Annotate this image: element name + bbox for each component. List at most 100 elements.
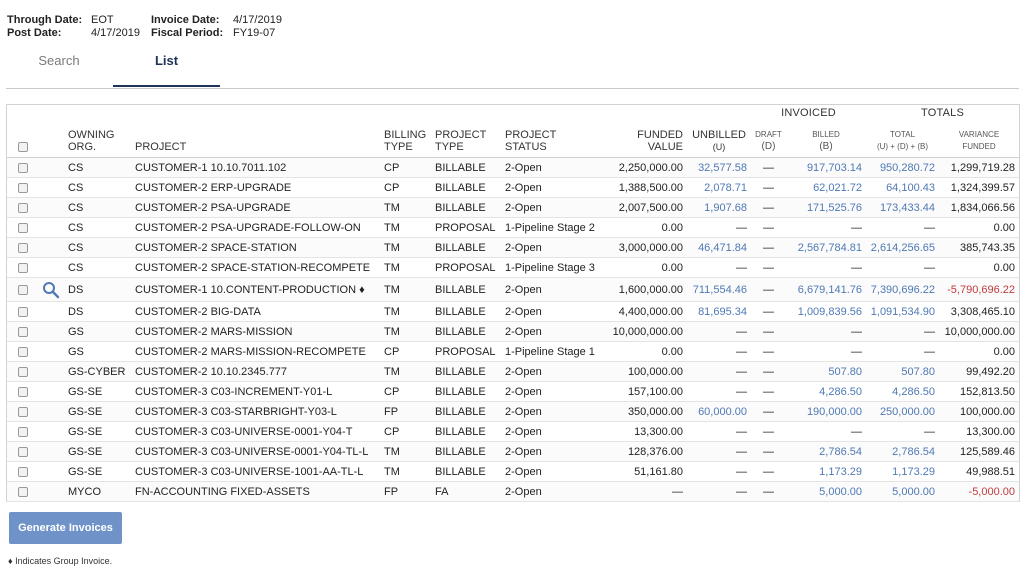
- billing-type-cell: TM: [380, 461, 431, 482]
- total-cell[interactable]: 1,173.29: [866, 461, 939, 482]
- billed-cell[interactable]: 190,000.00: [786, 401, 866, 422]
- unbilled-cell: —: [687, 461, 751, 482]
- billed-cell[interactable]: 507.80: [786, 361, 866, 382]
- row-checkbox[interactable]: [18, 242, 28, 253]
- total-cell[interactable]: 250,000.00: [866, 401, 939, 422]
- row-checkbox[interactable]: [18, 386, 28, 397]
- table-row[interactable]: GS-SE CUSTOMER-3 C03-UNIVERSE-0001-Y04-TL…: [7, 441, 1020, 462]
- row-checkbox[interactable]: [18, 182, 28, 193]
- total-cell[interactable]: 2,786.54: [866, 441, 939, 462]
- project-type-cell: BILLABLE: [431, 277, 501, 302]
- generate-invoices-button[interactable]: Generate Invoices: [9, 512, 122, 544]
- funded-value-cell: 128,376.00: [608, 441, 687, 462]
- total-cell[interactable]: 7,390,696.22: [866, 277, 939, 302]
- invoice-grid: INVOICED TOTALS OWNING ORG. PROJECT BILLI…: [6, 104, 1020, 502]
- project-cell: CUSTOMER-3 C03-UNIVERSE-0001-Y04-T: [131, 421, 380, 442]
- unbilled-cell[interactable]: 60,000.00: [687, 401, 751, 422]
- table-row[interactable]: GS-CYBER CUSTOMER-2 10.10.2345.777 TM BILLA…: [7, 361, 1020, 382]
- row-checkbox[interactable]: [18, 446, 28, 457]
- table-row[interactable]: DS CUSTOMER-2 BIG-DATA TM BILLABLE 2-Open 4,4…: [7, 301, 1020, 322]
- row-checkbox[interactable]: [18, 284, 28, 295]
- unbilled-cell[interactable]: 32,577.58: [687, 157, 751, 178]
- project-type-header[interactable]: PROJECT TYPE: [431, 121, 501, 158]
- billed-cell[interactable]: 5,000.00: [786, 481, 866, 502]
- billing-type-header[interactable]: BILLING TYPE: [380, 121, 431, 158]
- owning-org-cell: MYCO: [64, 481, 131, 502]
- billed-header[interactable]: BILLED (B): [786, 121, 866, 158]
- billed-cell[interactable]: 2,567,784.81: [786, 237, 866, 258]
- row-checkbox[interactable]: [18, 326, 28, 337]
- table-row[interactable]: CS CUSTOMER-2 ERP-UPGRADE CP BILLABLE 2-Open…: [7, 177, 1020, 198]
- total-header[interactable]: TOTAL (U) + (D) + (B): [866, 121, 939, 158]
- total-cell[interactable]: 173,433.44: [866, 197, 939, 218]
- billed-cell[interactable]: 6,679,141.76: [786, 277, 866, 302]
- unbilled-cell[interactable]: 711,554.46: [687, 277, 751, 302]
- table-row[interactable]: GS CUSTOMER-2 MARS-MISSION-RECOMPETE CP PRO…: [7, 341, 1020, 362]
- draft-header[interactable]: DRAFT (D): [751, 121, 786, 158]
- row-checkbox[interactable]: [18, 202, 28, 213]
- row-checkbox[interactable]: [18, 366, 28, 377]
- row-checkbox[interactable]: [18, 406, 28, 417]
- unbilled-cell[interactable]: 81,695.34: [687, 301, 751, 322]
- billed-cell[interactable]: 4,286.50: [786, 381, 866, 402]
- total-cell[interactable]: 507.80: [866, 361, 939, 382]
- table-row[interactable]: GS CUSTOMER-2 MARS-MISSION TM BILLABLE 2-Ope…: [7, 321, 1020, 342]
- total-cell[interactable]: 4,286.50: [866, 381, 939, 402]
- total-cell[interactable]: 5,000.00: [866, 481, 939, 502]
- unbilled-cell[interactable]: 1,907.68: [687, 197, 751, 218]
- table-row[interactable]: MYCO FN-ACCOUNTING FIXED-ASSETS FP FA 2-Open…: [7, 481, 1020, 502]
- row-checkbox[interactable]: [18, 222, 28, 233]
- billed-cell[interactable]: 171,525.76: [786, 197, 866, 218]
- table-row[interactable]: CS CUSTOMER-2 SPACE-STATION-RECOMPETE TM PR…: [7, 257, 1020, 278]
- table-row[interactable]: CS CUSTOMER-2 PSA-UPGRADE-FOLLOW-ON TM PROP…: [7, 217, 1020, 238]
- table-row[interactable]: GS-SE CUSTOMER-3 C03-UNIVERSE-0001-Y04-T C…: [7, 421, 1020, 442]
- project-status-cell: 2-Open: [501, 197, 608, 218]
- row-checkbox[interactable]: [18, 262, 28, 273]
- owning-org-cell: CS: [64, 177, 131, 198]
- table-row[interactable]: CS CUSTOMER-1 10.10.7011.102 CP BILLABLE 2-O…: [7, 157, 1020, 178]
- total-cell[interactable]: 1,091,534.90: [866, 301, 939, 322]
- table-row[interactable]: GS-SE CUSTOMER-3 C03-INCREMENT-Y01-L CP BIL…: [7, 381, 1020, 402]
- unbilled-cell: —: [687, 341, 751, 362]
- unbilled-cell: —: [687, 361, 751, 382]
- total-cell[interactable]: 2,614,256.65: [866, 237, 939, 258]
- funded-value-cell: 0.00: [608, 217, 687, 238]
- project-header[interactable]: PROJECT: [131, 121, 380, 158]
- unbilled-cell[interactable]: 46,471.84: [687, 237, 751, 258]
- project-cell: CUSTOMER-2 BIG-DATA: [131, 301, 380, 322]
- total-cell[interactable]: 64,100.43: [866, 177, 939, 198]
- tab-search[interactable]: Search: [6, 50, 112, 87]
- billed-cell[interactable]: 917,703.14: [786, 157, 866, 178]
- owning-org-header[interactable]: OWNING ORG.: [64, 121, 131, 158]
- billed-cell[interactable]: 1,009,839.56: [786, 301, 866, 322]
- draft-cell: —: [751, 197, 786, 218]
- variance-header[interactable]: VARIANCE FUNDED: [939, 121, 1020, 158]
- row-checkbox[interactable]: [18, 466, 28, 477]
- select-all-checkbox[interactable]: [18, 142, 28, 153]
- unbilled-cell[interactable]: 2,078.71: [687, 177, 751, 198]
- billing-type-cell: FP: [380, 481, 431, 502]
- funded-value-header[interactable]: FUNDED VALUE: [608, 121, 687, 158]
- variance-cell: -5,000.00: [939, 481, 1020, 502]
- total-cell[interactable]: 950,280.72: [866, 157, 939, 178]
- project-type-cell: BILLABLE: [431, 177, 501, 198]
- row-checkbox[interactable]: [18, 306, 28, 317]
- row-checkbox[interactable]: [18, 346, 28, 357]
- billed-cell[interactable]: 1,173.29: [786, 461, 866, 482]
- magnifier-icon[interactable]: [42, 281, 60, 299]
- billed-cell[interactable]: 62,021.72: [786, 177, 866, 198]
- unbilled-header[interactable]: UNBILLED (U): [687, 121, 751, 158]
- table-row[interactable]: DS CUSTOMER-1 10.CONTENT-PRODUCTION ♦ TM BI…: [7, 277, 1020, 302]
- project-status-header[interactable]: PROJECT STATUS: [501, 121, 608, 158]
- project-cell: CUSTOMER-2 PSA-UPGRADE: [131, 197, 380, 218]
- table-row[interactable]: CS CUSTOMER-2 PSA-UPGRADE TM BILLABLE 2-Open…: [7, 197, 1020, 218]
- table-row[interactable]: GS-SE CUSTOMER-3 C03-UNIVERSE-1001-AA-TL-…: [7, 461, 1020, 482]
- row-checkbox[interactable]: [18, 162, 28, 173]
- row-checkbox[interactable]: [18, 426, 28, 437]
- row-checkbox[interactable]: [18, 486, 28, 497]
- billed-cell[interactable]: 2,786.54: [786, 441, 866, 462]
- table-row[interactable]: GS-SE CUSTOMER-3 C03-STARBRIGHT-Y03-L FP BI…: [7, 401, 1020, 422]
- table-row[interactable]: CS CUSTOMER-2 SPACE-STATION TM BILLABLE 2-Op…: [7, 237, 1020, 258]
- tab-list[interactable]: List: [113, 50, 220, 87]
- tab-bar: Search List: [6, 50, 1019, 89]
